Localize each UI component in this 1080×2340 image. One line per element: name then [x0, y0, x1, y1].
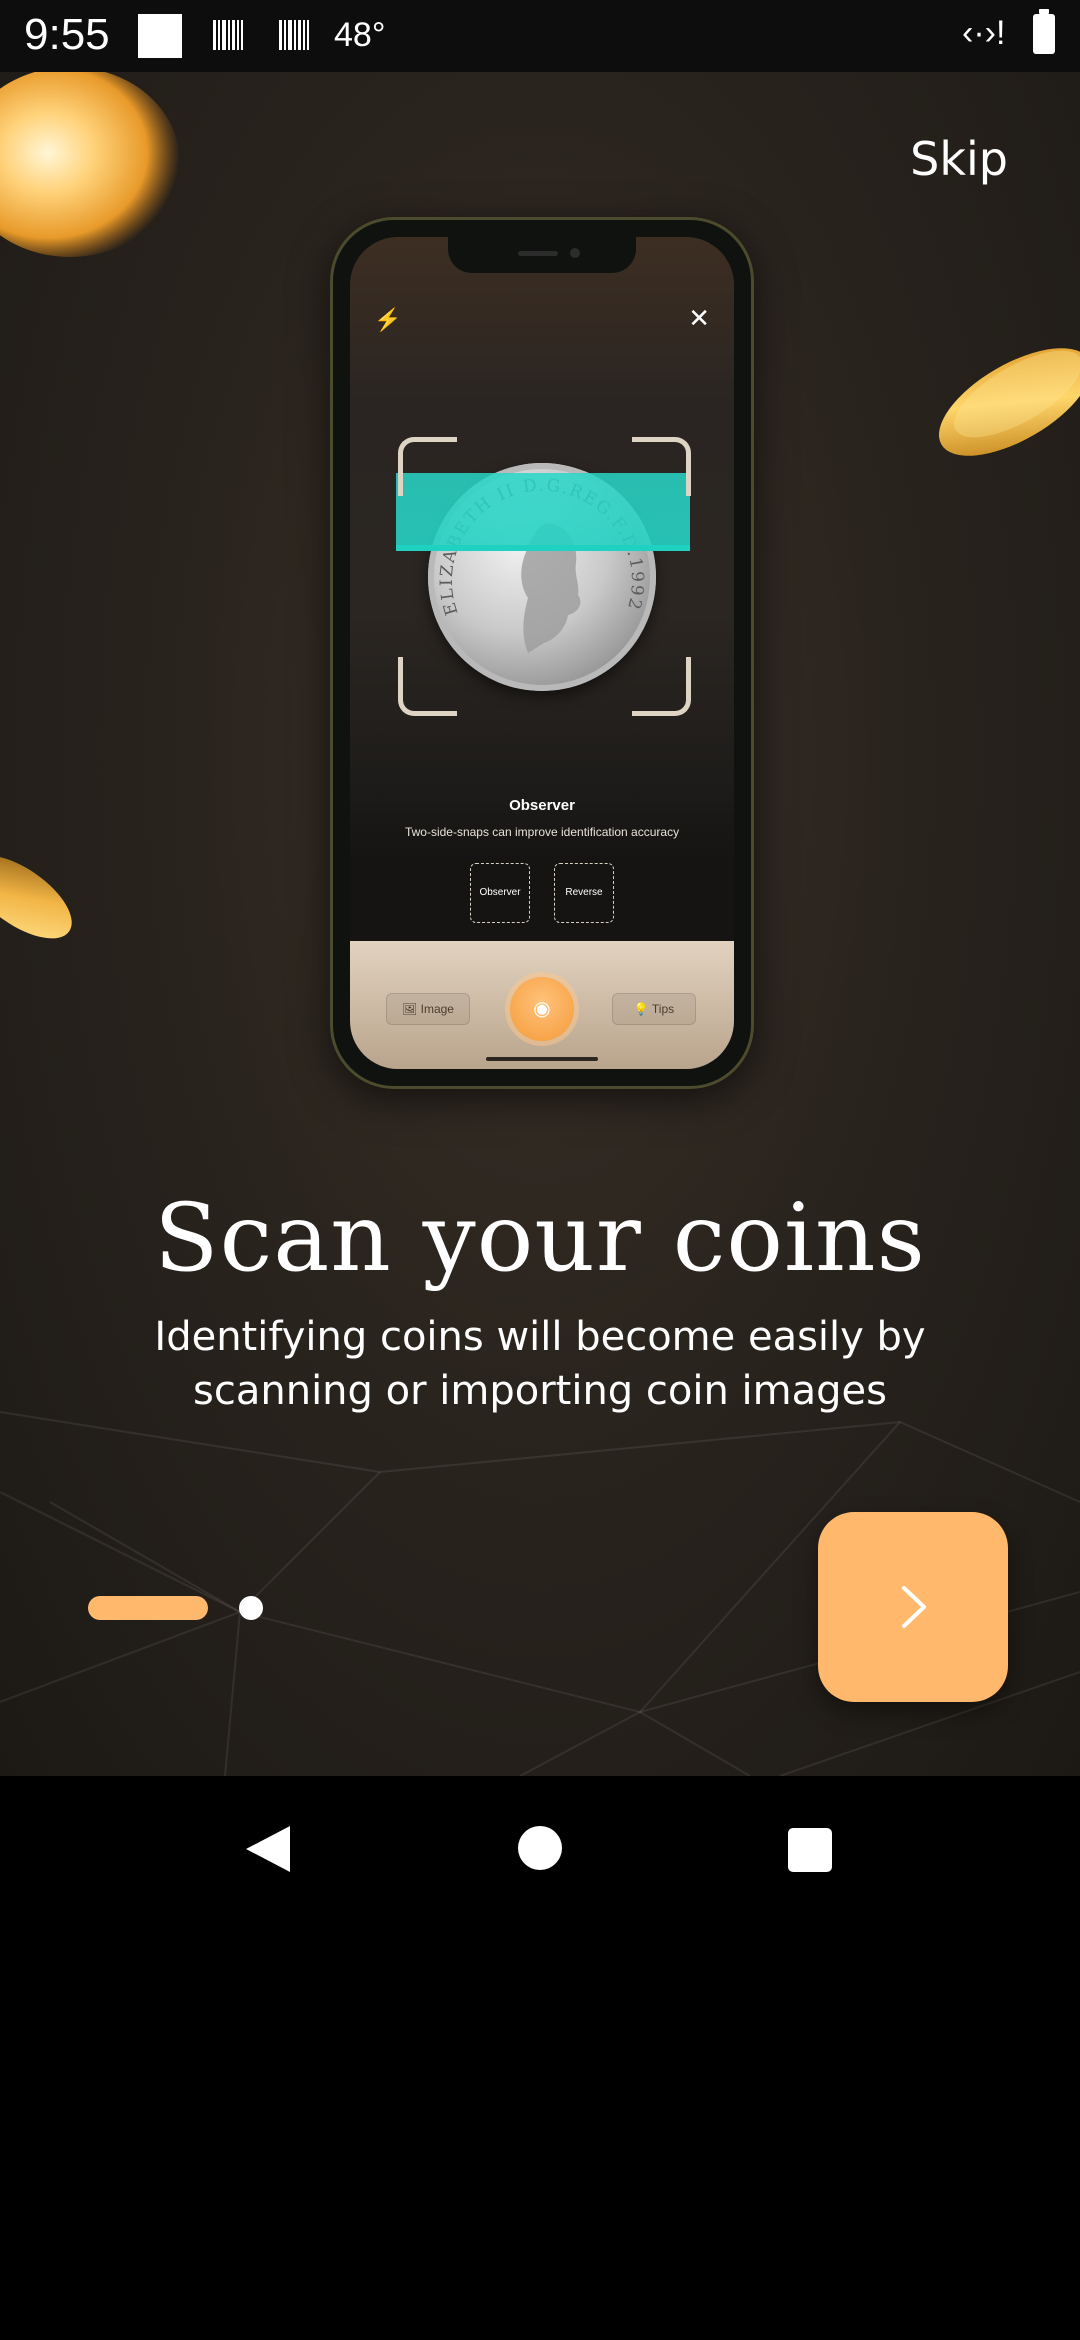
observer-slot: Observer: [470, 863, 530, 923]
next-button[interactable]: [818, 1512, 1008, 1702]
phone-home-indicator: [486, 1057, 598, 1061]
onboarding-screen: Skip ⚡ ✕ ELIZABETH II D.G.REG.F.D.1992: [0, 72, 1080, 1776]
skip-button[interactable]: Skip: [910, 132, 1008, 186]
phone-tips-label: Tips: [651, 1002, 675, 1016]
chevron-right-icon: [902, 1586, 926, 1628]
phone-hint-text: Two-side-snaps can improve identificatio…: [404, 825, 680, 839]
lightbulb-icon: 💡: [633, 1002, 649, 1016]
phone-tips-button: 💡 Tips: [612, 993, 696, 1025]
scan-frame-corner: [632, 657, 691, 716]
status-bar: 9:55 48° ‹·›!: [0, 0, 1080, 72]
page-subtitle: Identifying coins will become easily by …: [154, 1314, 926, 1414]
status-time: 9:55: [24, 10, 110, 59]
gold-coin-decoration: [0, 855, 72, 939]
scan-line: [396, 545, 690, 551]
network-icon: ‹·›!: [962, 14, 1006, 52]
phone-image-label: Image: [420, 1002, 454, 1016]
notification-square-icon: [138, 14, 182, 58]
home-icon[interactable]: [518, 1826, 562, 1870]
page-title: Scan your coins: [154, 1184, 926, 1293]
camera-icon: ◉: [510, 977, 574, 1041]
flash-icon: ⚡: [374, 307, 402, 332]
barcode-icon: [279, 20, 309, 50]
close-icon: ✕: [688, 303, 710, 333]
phone-screen: ⚡ ✕ ELIZABETH II D.G.REG.F.D.1992: [350, 237, 734, 1069]
barcode-icon: [213, 20, 243, 50]
phone-camera-toolbar: 🖼 Image ◉ 💡 Tips: [350, 941, 734, 1069]
battery-icon: [1033, 9, 1055, 54]
pager-dot[interactable]: [239, 1596, 263, 1620]
scan-frame-corner: [632, 437, 691, 496]
reverse-slot: Reverse: [554, 863, 614, 923]
gold-coin-decoration: [0, 72, 180, 257]
phone-notch: [448, 237, 636, 273]
gold-coin-decoration: [938, 348, 1080, 456]
status-temperature: 48°: [334, 16, 386, 54]
scan-frame-corner: [398, 657, 457, 716]
phone-image-button: 🖼 Image: [386, 993, 470, 1025]
phone-side-title: Observer: [509, 797, 575, 814]
navigation-bar: [0, 1776, 1080, 1920]
blank-area: [0, 1920, 1080, 2340]
scan-frame-corner: [398, 437, 457, 496]
recent-apps-icon[interactable]: [788, 1828, 832, 1872]
gallery-icon: 🖼: [402, 1002, 418, 1016]
phone-mockup: ⚡ ✕ ELIZABETH II D.G.REG.F.D.1992: [330, 217, 754, 1089]
pager-dot-active: [88, 1596, 208, 1620]
back-icon[interactable]: [244, 1824, 292, 1874]
